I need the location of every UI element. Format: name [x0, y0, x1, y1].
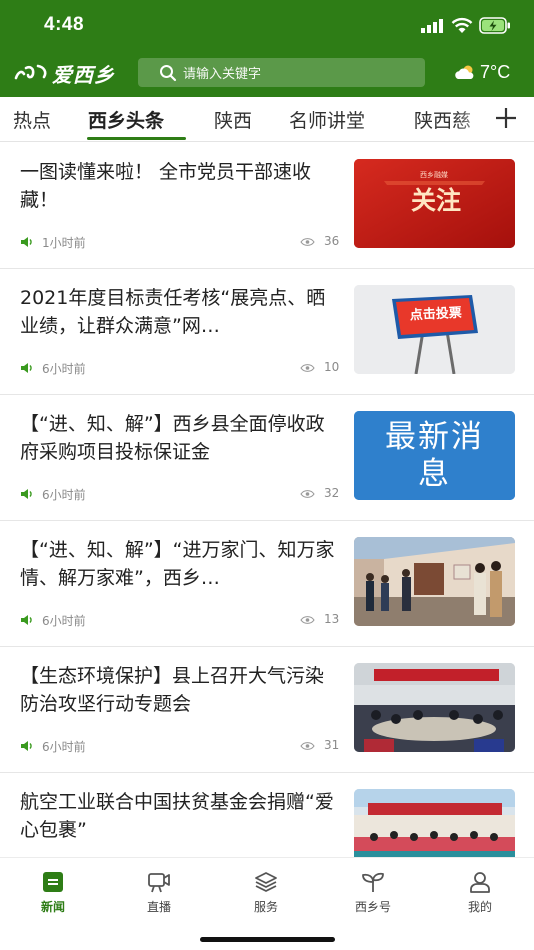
app-header: 4:48 爱西乡 请输入关键字 7°C — [0, 0, 534, 97]
signal-icon — [421, 19, 443, 33]
news-feed: 一图读懂来啦！ 全市党员干部速收藏！ 1小时前 36 西乡融媒 关注 2021年… — [0, 143, 534, 857]
news-title: 航空工业联合中国扶贫基金会捐赠“爱心包裹” — [20, 791, 334, 841]
news-title: 2021年度目标责任考核“展亮点、晒业绩，让群众满意”网… — [20, 287, 326, 337]
news-title: 【“进、知、解”】西乡县全面停收政府采购项目投标保证金 — [20, 413, 325, 463]
nav-xixiang-account[interactable]: 西乡号 — [333, 870, 413, 920]
news-thumbnail[interactable]: 西乡融媒 关注 — [354, 159, 515, 248]
donation-event-photo — [354, 789, 515, 857]
eye-icon — [300, 238, 315, 246]
thumb-text: 最新消息 — [385, 419, 484, 492]
eye-icon — [300, 742, 315, 750]
thumb-subtext: 西乡融媒 — [420, 170, 448, 179]
news-item[interactable]: 2021年度目标责任考核“展亮点、晒业绩，让群众满意”网… 6小时前 10 点击… — [0, 269, 534, 395]
nav-services[interactable]: 服务 — [226, 870, 306, 920]
news-time: 6小时前 — [42, 488, 86, 502]
news-title: 【“进、知、解”】“进万家门、知万家情、解万家难”，西乡… — [20, 539, 335, 589]
nav-label: 直播 — [146, 900, 171, 914]
view-count: 31 — [324, 738, 340, 752]
view-count: 13 — [324, 612, 340, 626]
news-thumbnail[interactable] — [354, 789, 515, 857]
sprout-icon — [362, 872, 384, 892]
nav-label: 服务 — [253, 900, 278, 914]
vote-sign-image: 点击投票 — [354, 285, 515, 374]
news-item[interactable]: 【“进、知、解”】“进万家门、知万家情、解万家难”，西乡… 6小时前 13 — [0, 521, 534, 647]
news-meta: 6小时前 32 — [20, 486, 342, 502]
village-visit-photo — [354, 537, 515, 626]
status-time: 4:48 — [44, 14, 85, 35]
tab-fade — [455, 97, 495, 141]
news-meta: 1小时前 36 — [20, 234, 342, 250]
weather-temperature: 7°C — [480, 61, 511, 82]
thumb-text: 点击投票 — [409, 305, 462, 324]
news-item[interactable]: 【生态环境保护】县上召开大气污染防治攻坚行动专题会 6小时前 31 — [0, 647, 534, 773]
news-item[interactable]: 一图读懂来啦！ 全市党员干部速收藏！ 1小时前 36 西乡融媒 关注 — [0, 143, 534, 269]
speaker-icon[interactable] — [20, 740, 34, 752]
profile-icon — [470, 872, 490, 893]
view-count: 32 — [324, 486, 340, 500]
battery-charging-icon — [479, 17, 510, 34]
news-thumbnail[interactable] — [354, 663, 515, 752]
services-icon — [255, 872, 277, 892]
plus-icon[interactable] — [493, 105, 519, 131]
thumb-text: 关注 — [411, 186, 461, 215]
news-item[interactable]: 航空工业联合中国扶贫基金会捐赠“爱心包裹” — [0, 773, 534, 857]
news-thumbnail[interactable] — [354, 537, 515, 626]
search-icon — [160, 64, 177, 81]
latest-news-image: 最新消息 — [354, 411, 515, 500]
news-time: 6小时前 — [42, 740, 86, 754]
meeting-room-photo — [354, 663, 515, 752]
tab-shaanxi[interactable]: 陕西 — [214, 106, 252, 133]
logo-text: 爱西乡 — [52, 62, 115, 87]
news-time: 6小时前 — [42, 362, 86, 376]
view-count: 36 — [324, 234, 340, 248]
tab-xixiang-headlines[interactable]: 西乡头条 — [88, 106, 164, 133]
news-item[interactable]: 【“进、知、解”】西乡县全面停收政府采购项目投标保证金 6小时前 32 最新消息 — [0, 395, 534, 521]
news-time: 6小时前 — [42, 614, 86, 628]
news-meta: 6小时前 13 — [20, 612, 342, 628]
news-meta: 6小时前 31 — [20, 738, 342, 754]
speaker-icon[interactable] — [20, 362, 34, 374]
news-title: 【生态环境保护】县上召开大气污染防治攻坚行动专题会 — [20, 665, 325, 715]
view-count: 10 — [324, 360, 340, 374]
news-thumbnail[interactable]: 最新消息 — [354, 411, 515, 500]
news-icon — [43, 872, 63, 892]
nav-label: 新闻 — [40, 900, 65, 914]
logo-mark-icon — [14, 64, 47, 80]
search-placeholder: 请输入关键字 — [183, 67, 262, 82]
tab-hot[interactable]: 热点 — [13, 106, 51, 133]
active-tab-indicator — [87, 137, 186, 140]
category-tabs: 热点 西乡头条 陕西 名师讲堂 陕西慈 — [0, 97, 534, 142]
partly-cloudy-icon — [455, 65, 474, 79]
nav-profile[interactable]: 我的 — [440, 870, 520, 920]
news-title: 一图读懂来啦！ 全市党员干部速收藏！ — [20, 161, 312, 211]
nav-label: 我的 — [467, 900, 492, 914]
speaker-icon[interactable] — [20, 614, 34, 626]
news-time: 1小时前 — [42, 236, 86, 250]
attention-banner-image: 西乡融媒 关注 — [354, 159, 515, 248]
nav-label: 西乡号 — [354, 900, 391, 914]
app-screen: 4:48 爱西乡 请输入关键字 7°C 热点 西乡头条 陕西 名师讲堂 陕西慈 … — [0, 0, 534, 950]
news-meta: 6小时前 10 — [20, 360, 342, 376]
weather-widget[interactable]: 7°C — [454, 60, 510, 84]
tab-famous-teacher[interactable]: 名师讲堂 — [289, 106, 365, 133]
app-logo[interactable]: 爱西乡 — [14, 60, 115, 87]
speaker-icon[interactable] — [20, 236, 34, 248]
speaker-icon[interactable] — [20, 488, 34, 500]
live-icon — [148, 873, 170, 893]
eye-icon — [300, 364, 315, 372]
eye-icon — [300, 490, 315, 498]
eye-icon — [300, 616, 315, 624]
wifi-icon — [451, 17, 473, 33]
search-input[interactable]: 请输入关键字 — [138, 58, 425, 87]
news-thumbnail[interactable]: 点击投票 — [354, 285, 515, 374]
home-indicator[interactable] — [200, 937, 335, 942]
status-bar: 4:48 — [0, 0, 534, 50]
nav-news[interactable]: 新闻 — [13, 870, 93, 920]
nav-live[interactable]: 直播 — [119, 870, 199, 920]
